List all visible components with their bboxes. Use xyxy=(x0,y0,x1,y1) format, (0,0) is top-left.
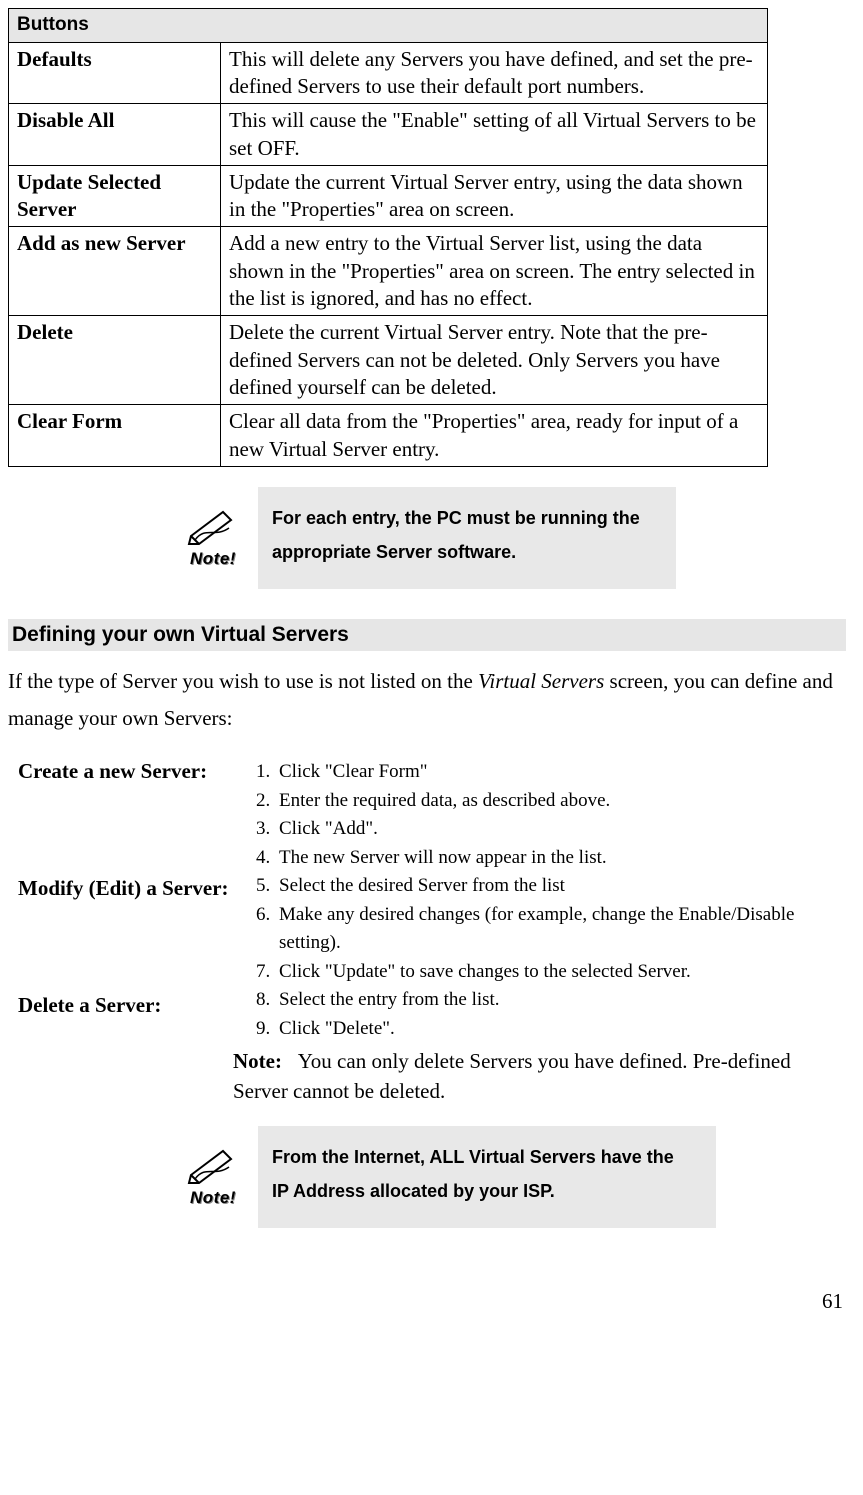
intro-paragraph: If the type of Server you wish to use is… xyxy=(8,663,845,739)
table-row: Add as new Server Add a new entry to the… xyxy=(9,227,768,316)
intro-emphasis: Virtual Servers xyxy=(478,669,604,693)
step-item: Make any desired changes (for example, c… xyxy=(275,901,845,958)
row-label: Delete xyxy=(9,316,221,405)
step-item: Enter the required data, as described ab… xyxy=(275,787,845,816)
label-modify: Modify (Edit) a Server: xyxy=(18,875,233,992)
step-item: The new Server will now appear in the li… xyxy=(275,844,845,873)
row-desc: This will cause the "Enable" setting of … xyxy=(221,104,768,166)
row-desc: This will delete any Servers you have de… xyxy=(221,42,768,104)
row-label: Disable All xyxy=(9,104,221,166)
row-desc: Add a new entry to the Virtual Server li… xyxy=(221,227,768,316)
row-label: Add as new Server xyxy=(9,227,221,316)
row-label: Update Selected Server xyxy=(9,165,221,227)
table-row: Delete Delete the current Virtual Server… xyxy=(9,316,768,405)
pencil-icon xyxy=(185,1145,241,1185)
step-item: Click "Update" to save changes to the se… xyxy=(275,958,845,987)
note-block-2: Note! From the Internet, ALL Virtual Ser… xyxy=(178,1126,845,1228)
steps-container: Create a new Server: Modify (Edit) a Ser… xyxy=(8,758,845,1106)
note-icon: Note! xyxy=(178,487,248,589)
table-row: Disable All This will cause the "Enable"… xyxy=(9,104,768,166)
buttons-table: Buttons Defaults This will delete any Se… xyxy=(8,8,768,467)
intro-part-1: If the type of Server you wish to use is… xyxy=(8,669,478,693)
table-row: Defaults This will delete any Servers yo… xyxy=(9,42,768,104)
note-block-1: Note! For each entry, the PC must be run… xyxy=(178,487,845,589)
step-item: Click "Add". xyxy=(275,815,845,844)
row-desc: Update the current Virtual Server entry,… xyxy=(221,165,768,227)
note-icon: Note! xyxy=(178,1126,248,1228)
table-row: Update Selected Server Update the curren… xyxy=(9,165,768,227)
note-text: From the Internet, ALL Virtual Servers h… xyxy=(258,1126,716,1228)
steps-note-bold: Note: xyxy=(233,1049,282,1073)
steps-labels: Create a new Server: Modify (Edit) a Ser… xyxy=(8,758,233,1106)
section-heading: Defining your own Virtual Servers xyxy=(8,619,846,650)
steps-list: Click "Clear Form" Enter the required da… xyxy=(233,758,845,1106)
row-desc: Delete the current Virtual Server entry.… xyxy=(221,316,768,405)
step-item: Select the entry from the list. xyxy=(275,986,845,1015)
label-delete: Delete a Server: xyxy=(18,992,233,1019)
note-label: Note! xyxy=(190,1187,236,1209)
note-label: Note! xyxy=(190,548,236,570)
row-label: Clear Form xyxy=(9,405,221,467)
table-header: Buttons xyxy=(9,9,768,43)
steps-note-text: You can only delete Servers you have def… xyxy=(233,1049,791,1102)
step-item: Click "Delete". xyxy=(275,1015,845,1044)
row-desc: Clear all data from the "Properties" are… xyxy=(221,405,768,467)
note-text: For each entry, the PC must be running t… xyxy=(258,487,676,589)
row-label: Defaults xyxy=(9,42,221,104)
page-number: 61 xyxy=(8,1288,845,1315)
steps-note: Note: You can only delete Servers you ha… xyxy=(233,1047,845,1106)
pencil-icon xyxy=(185,506,241,546)
table-row: Clear Form Clear all data from the "Prop… xyxy=(9,405,768,467)
step-item: Click "Clear Form" xyxy=(275,758,845,787)
label-create: Create a new Server: xyxy=(18,758,233,875)
step-item: Select the desired Server from the list xyxy=(275,872,845,901)
